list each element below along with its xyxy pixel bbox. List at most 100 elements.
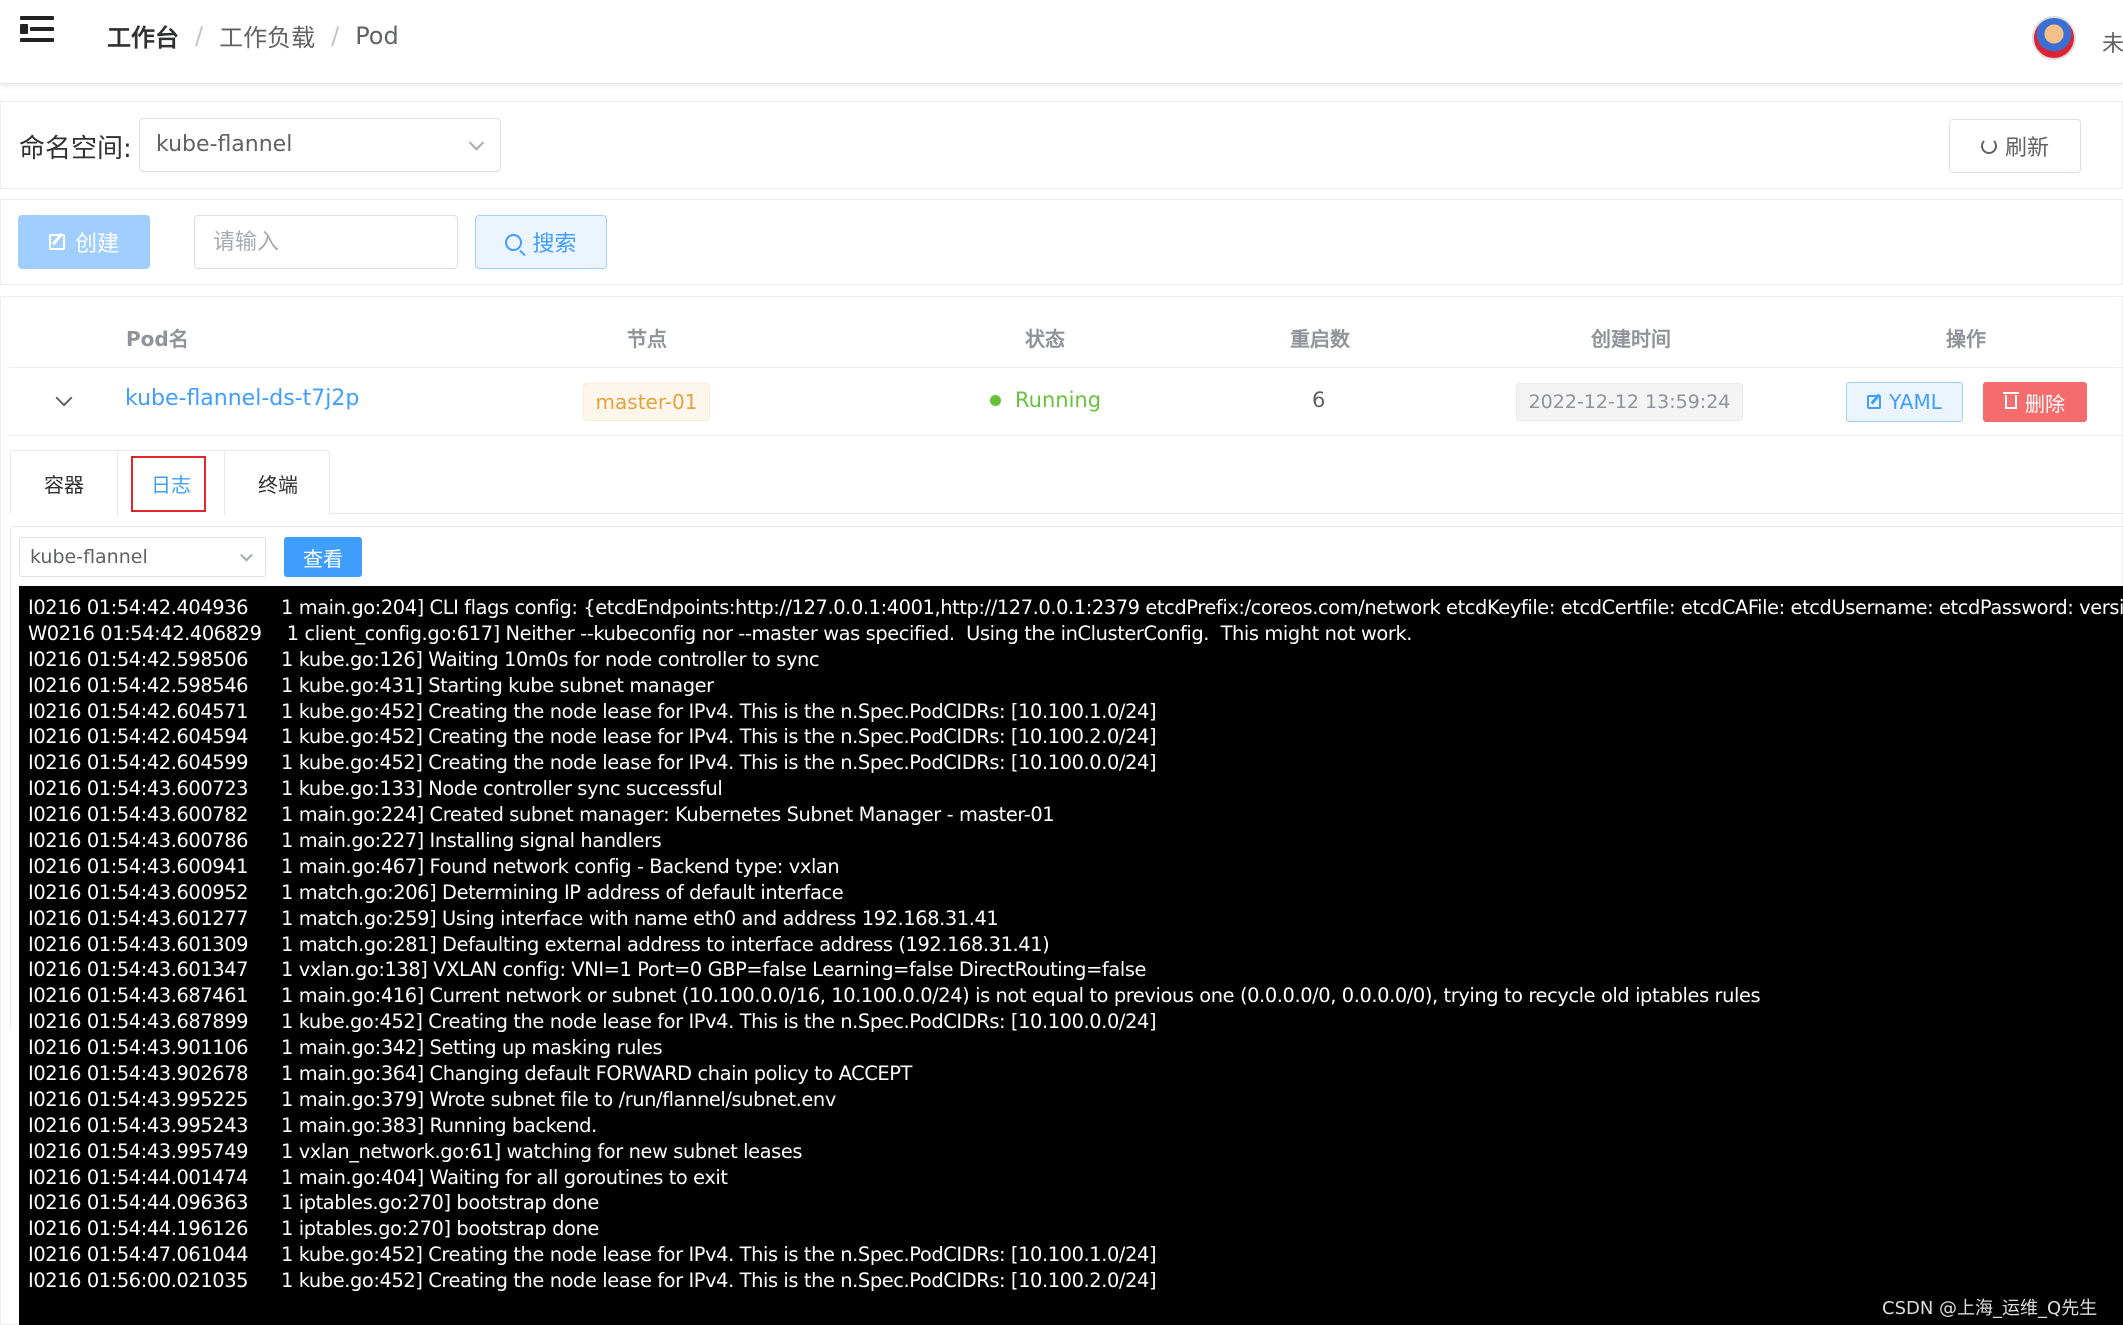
log-timestamp: I0216 01:54:43.600723 — [28, 777, 249, 801]
log-timestamp: I0216 01:54:43.901106 — [28, 1036, 249, 1060]
log-line: I0216 01:54:43.902678 1 main.go:364] Chan… — [28, 1061, 2123, 1087]
status-dot-icon — [990, 394, 1001, 406]
log-line: I0216 01:56:00.021035 1 kube.go:452] Crea… — [28, 1268, 2123, 1294]
log-message: 1 match.go:281] Defaulting external addr… — [281, 932, 1050, 956]
tab-terminal[interactable]: 终端 — [225, 451, 331, 515]
log-line: I0216 01:54:44.196126 1 iptables.go:270] … — [28, 1216, 2123, 1242]
breadcrumb-separator: / — [331, 21, 340, 50]
breadcrumb: 工作台 / 工作负载 / Pod — [107, 18, 399, 53]
create-button[interactable]: 创建 — [18, 215, 150, 269]
log-message: 1 iptables.go:270] bootstrap done — [281, 1217, 599, 1241]
log-message: 1 kube.go:452] Creating the node lease f… — [281, 725, 1157, 749]
log-line: I0216 01:54:43.600941 1 main.go:467] Foun… — [28, 854, 2123, 880]
refresh-icon — [1980, 138, 1997, 154]
log-timestamp: I0216 01:54:43.600952 — [28, 880, 249, 904]
yaml-button[interactable]: YAML — [1846, 382, 1963, 422]
log-message: 1 main.go:224] Created subnet manager: K… — [281, 803, 1055, 827]
log-timestamp: I0216 01:54:43.600782 — [28, 803, 249, 827]
log-message: 1 kube.go:431] Starting kube subnet mana… — [281, 673, 714, 697]
log-timestamp: I0216 01:54:43.600941 — [28, 854, 249, 878]
log-message: 1 vxlan_network.go:61] watching for new … — [281, 1139, 803, 1163]
log-line: I0216 01:54:43.600952 1 match.go:206] Det… — [28, 880, 2123, 906]
user-name[interactable]: 未 — [2102, 26, 2123, 58]
column-header-node: 节点 — [627, 327, 667, 351]
log-line: I0216 01:54:42.604594 1 kube.go:452] Crea… — [28, 724, 2123, 750]
delete-button[interactable]: 删除 — [1983, 382, 2087, 422]
log-line: I0216 01:54:44.001474 1 main.go:404] Wait… — [28, 1165, 2123, 1191]
log-timestamp: I0216 01:54:42.604599 — [28, 751, 249, 775]
log-message: 1 main.go:379] Wrote subnet file to /run… — [281, 1087, 836, 1111]
breadcrumb-item-pod: Pod — [355, 21, 399, 50]
breadcrumb-item-workbench[interactable]: 工作台 — [107, 18, 179, 53]
breadcrumb-item-workloads[interactable]: 工作负载 — [219, 18, 315, 53]
log-timestamp: I0216 01:54:42.404936 — [28, 596, 249, 619]
chevron-down-icon — [240, 548, 253, 562]
log-message: 1 main.go:227] Installing signal handler… — [281, 829, 662, 853]
log-message: 1 main.go:364] Changing default FORWARD … — [281, 1062, 912, 1086]
log-timestamp: I0216 01:54:43.995225 — [28, 1087, 249, 1111]
column-header-actions: 操作 — [1946, 327, 1986, 351]
refresh-label: 刷新 — [2004, 136, 2049, 161]
menu-toggle-icon[interactable] — [20, 14, 54, 44]
search-label: 搜索 — [532, 232, 577, 257]
log-line: I0216 01:54:43.600786 1 main.go:227] Inst… — [28, 828, 2123, 854]
container-select-value: kube-flannel — [30, 546, 148, 568]
row-divider — [9, 367, 2123, 368]
tab-highlight-box — [131, 456, 206, 512]
restart-count: 6 — [1312, 388, 1326, 412]
log-line: I0216 01:54:43.687461 1 main.go:416] Curr… — [28, 983, 2123, 1009]
log-line: I0216 01:54:42.404936 1 main.go:204] CLI … — [28, 595, 2123, 621]
view-logs-button[interactable]: 查看 — [284, 537, 362, 577]
container-select[interactable]: kube-flannel — [19, 537, 266, 577]
log-line: I0216 01:54:43.601277 1 match.go:259] Usi… — [28, 906, 2123, 932]
tabs-divider — [330, 513, 2123, 514]
log-message: 1 kube.go:452] Creating the node lease f… — [281, 1269, 1157, 1293]
log-message: 1 kube.go:133] Node controller sync succ… — [281, 777, 723, 801]
log-message: 1 main.go:342] Setting up masking rules — [281, 1036, 663, 1060]
log-timestamp: I0216 01:54:43.995749 — [28, 1139, 249, 1163]
top-header: 工作台 / 工作负载 / Pod 未 — [0, 0, 2123, 84]
status-text: Running — [1015, 388, 1102, 412]
search-button[interactable]: 搜索 — [475, 215, 607, 269]
trash-icon — [2003, 392, 2019, 409]
log-timestamp: I0216 01:54:43.687461 — [28, 984, 249, 1008]
log-line: I0216 01:54:43.901106 1 main.go:342] Sett… — [28, 1035, 2123, 1061]
log-line: W0216 01:54:42.406829 1 client_config.go… — [28, 621, 2123, 647]
create-label: 创建 — [74, 232, 119, 257]
node-tag: master-01 — [583, 383, 710, 421]
log-timestamp: I0216 01:54:43.687899 — [28, 1010, 249, 1034]
pod-name-link[interactable]: kube-flannel-ds-t7j2p — [125, 386, 359, 411]
log-message: 1 main.go:467] Found network config - Ba… — [281, 854, 840, 878]
avatar[interactable] — [2032, 16, 2076, 60]
log-timestamp: I0216 01:54:44.096363 — [28, 1191, 249, 1215]
log-message: 1 main.go:404] Waiting for all goroutine… — [281, 1165, 728, 1189]
column-header-pod-name: Pod名 — [126, 327, 189, 351]
log-line: I0216 01:54:43.995749 1 vxlan_network.go:… — [28, 1139, 2123, 1165]
log-line: I0216 01:54:43.600782 1 main.go:224] Crea… — [28, 802, 2123, 828]
log-line: I0216 01:54:42.598546 1 kube.go:431] Star… — [28, 673, 2123, 699]
log-message: 1 kube.go:452] Creating the node lease f… — [281, 699, 1157, 723]
log-message: 1 main.go:383] Running backend. — [281, 1113, 597, 1137]
log-timestamp: I0216 01:54:42.604571 — [28, 699, 249, 723]
log-line: I0216 01:54:43.600723 1 kube.go:133] Node… — [28, 776, 2123, 802]
log-line: I0216 01:54:43.601309 1 match.go:281] Def… — [28, 932, 2123, 958]
delete-label: 删除 — [2025, 391, 2065, 416]
log-message: 1 vxlan.go:138] VXLAN config: VNI=1 Port… — [281, 958, 1147, 982]
search-input[interactable] — [194, 215, 458, 269]
log-timestamp: I0216 01:54:43.600786 — [28, 829, 249, 853]
log-line: I0216 01:54:42.604571 1 kube.go:452] Crea… — [28, 699, 2123, 725]
yaml-label: YAML — [1889, 390, 1942, 414]
log-line: I0216 01:54:43.995243 1 main.go:383] Runn… — [28, 1113, 2123, 1139]
search-icon — [505, 233, 523, 251]
log-message: 1 main.go:416] Current network or subnet… — [281, 984, 1761, 1008]
row-divider — [9, 435, 2123, 436]
log-message: 1 iptables.go:270] bootstrap done — [281, 1191, 599, 1215]
refresh-button[interactable]: 刷新 — [1949, 119, 2081, 173]
tab-containers[interactable]: 容器 — [11, 451, 118, 515]
log-timestamp: I0216 01:54:43.601347 — [28, 958, 249, 982]
edit-icon — [1867, 395, 1882, 409]
namespace-select[interactable]: kube-flannel — [139, 118, 501, 172]
log-output[interactable]: I0216 01:54:42.404936 1 main.go:204] CLI … — [19, 586, 2123, 1325]
chevron-down-icon — [468, 135, 485, 151]
toolbar: 创建 搜索 — [0, 199, 2123, 285]
